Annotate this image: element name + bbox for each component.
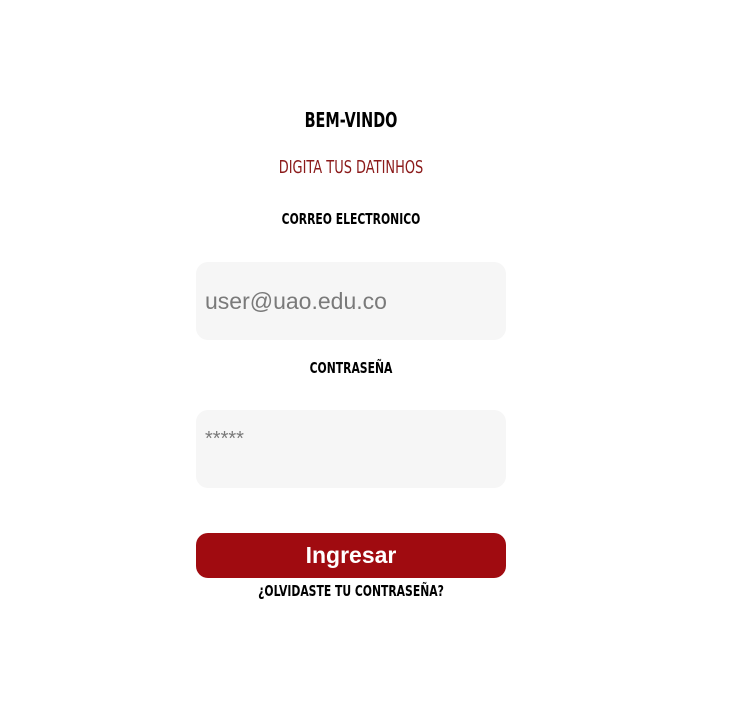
page-subtitle: DIGITA TUS DATINHOS xyxy=(278,157,424,178)
email-label: CORREO ELECTRONICO xyxy=(281,210,421,228)
password-input[interactable] xyxy=(196,410,506,488)
forgot-password-link[interactable]: ¿OLVIDASTE TU CONTRASEÑA? xyxy=(239,581,462,601)
page-title: BEM-VINDO xyxy=(304,108,398,132)
email-input[interactable] xyxy=(196,262,506,340)
password-label: CONTRASEÑA xyxy=(309,359,393,377)
login-form: BEM-VINDO DIGITA TUS DATINHOS CORREO ELE… xyxy=(196,0,506,721)
submit-button[interactable]: Ingresar xyxy=(196,533,506,578)
